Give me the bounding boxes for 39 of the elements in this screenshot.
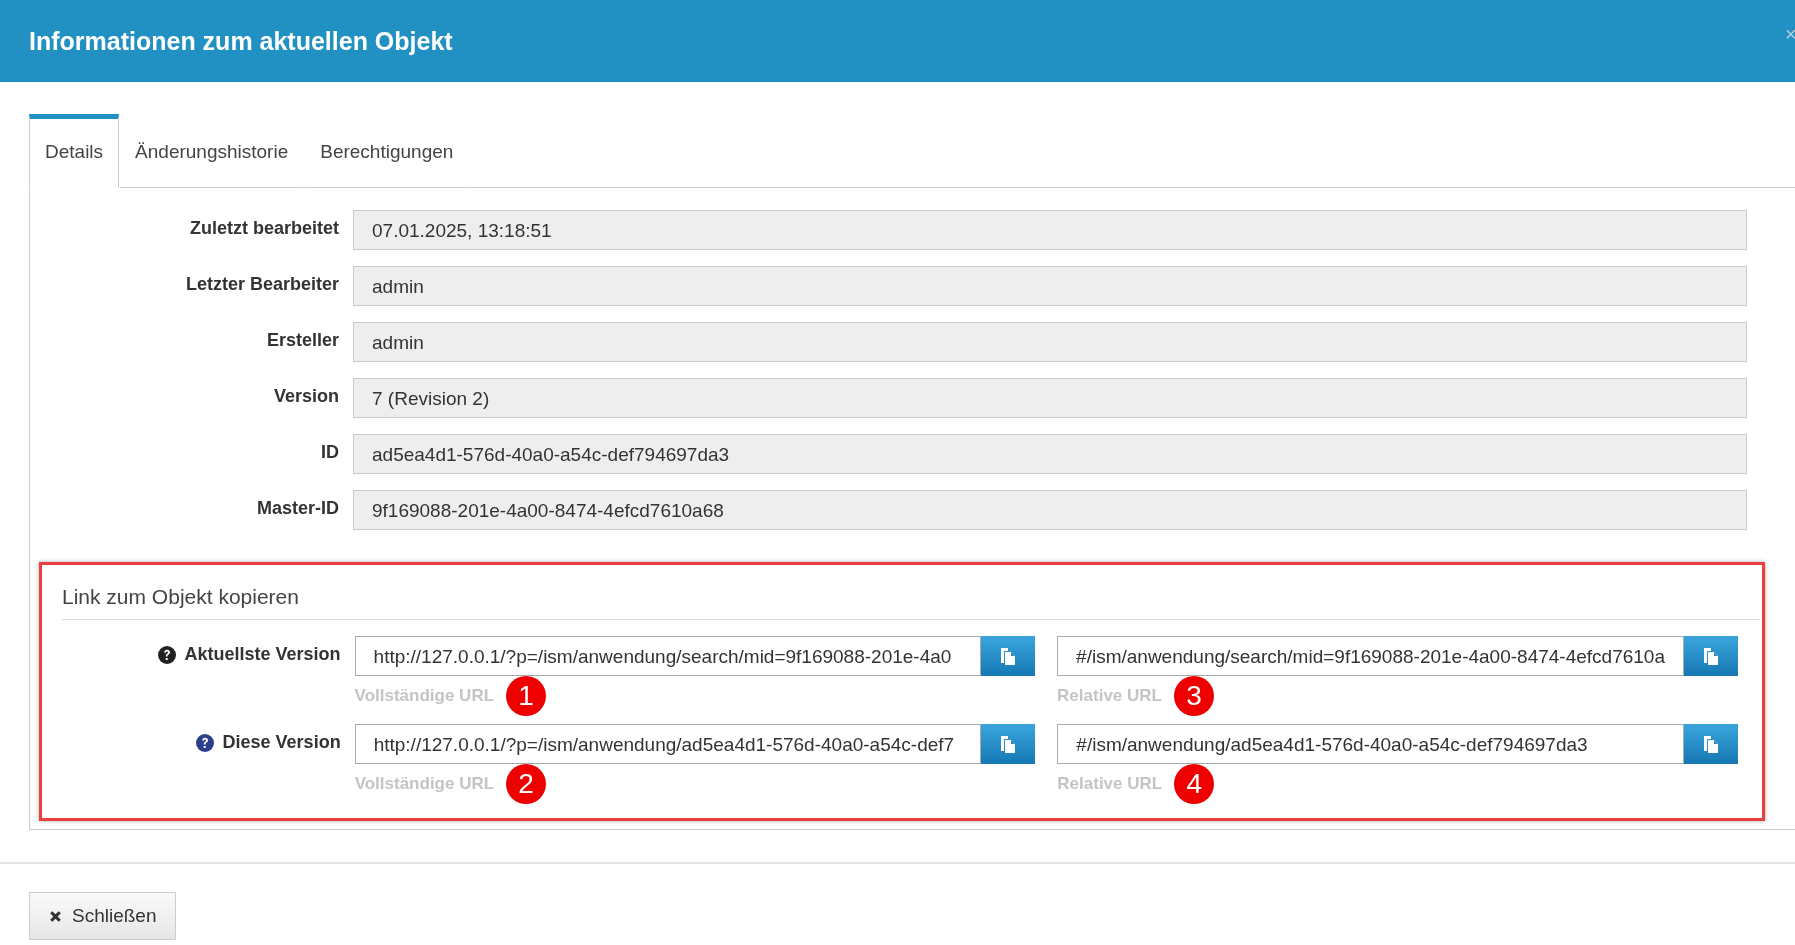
url-field[interactable]: http://127.0.0.1/?p=/ism/anwendung/search/mid=9f169088-201e-4a0 xyxy=(354,636,982,676)
readonly-field[interactable]: admin xyxy=(353,266,1747,306)
field-caption: Relative URL xyxy=(1057,774,1163,794)
copy-button[interactable] xyxy=(1684,636,1738,676)
field-label: Master-ID xyxy=(255,497,339,519)
field-label: Aktuellste Version xyxy=(184,644,341,665)
readonly-field[interactable]: 7 (Revision 2) xyxy=(353,378,1747,418)
help-icon[interactable] xyxy=(194,732,215,753)
copy-button[interactable] xyxy=(981,724,1036,764)
readonly-field[interactable]: ad5ea4d1-576d-40a0-a54c-def794697da3 xyxy=(353,434,1747,474)
annotation-marker: 4 xyxy=(1174,764,1215,804)
field-label: Letzter Bearbeiter xyxy=(184,273,339,295)
url-field[interactable]: http://127.0.0.1/?p=/ism/anwendung/ad5ea4d1-576d-40a0-a54c-def7 xyxy=(354,724,982,764)
annotation-marker: 1 xyxy=(506,676,547,716)
copy-icon xyxy=(1701,734,1721,754)
field-label: ID xyxy=(320,441,339,463)
copy-button[interactable] xyxy=(1684,724,1738,764)
copy-button[interactable] xyxy=(981,636,1036,676)
readonly-field[interactable]: 9f169088-201e-4a00-8474-4efcd7610a68 xyxy=(353,490,1747,530)
dialog-title: Informationen zum aktuellen Objekt xyxy=(29,26,453,56)
tab[interactable]: Details xyxy=(29,114,120,188)
field-label: Diese Version xyxy=(222,732,341,753)
url-field[interactable]: #/ism/anwendung/ad5ea4d1-576d-40a0-a54c-def794697da3 xyxy=(1057,724,1684,764)
readonly-field[interactable]: admin xyxy=(353,322,1747,362)
readonly-field[interactable]: 07.01.2025, 13:18:51 xyxy=(353,210,1747,250)
annotation-marker: 2 xyxy=(506,764,547,804)
help-icon[interactable] xyxy=(156,644,177,665)
field-label: Version xyxy=(272,385,339,407)
field-caption: Relative URL xyxy=(1057,686,1162,706)
field-caption: Vollständige URL xyxy=(354,686,495,706)
section-title: Link zum Objekt kopieren xyxy=(62,585,1760,620)
close-icon xyxy=(48,908,63,924)
annotation-marker: 3 xyxy=(1173,676,1214,716)
url-field[interactable]: #/ism/anwendung/search/mid=9f169088-201e-4a00-8474-4efcd7610a xyxy=(1057,636,1684,676)
copy-icon xyxy=(1701,646,1721,666)
field-label: Ersteller xyxy=(265,329,339,351)
field-label: Zuletzt bearbeitet xyxy=(188,217,339,239)
field-caption: Vollständige URL xyxy=(354,774,495,794)
close-button[interactable]: Schließen xyxy=(29,892,176,940)
